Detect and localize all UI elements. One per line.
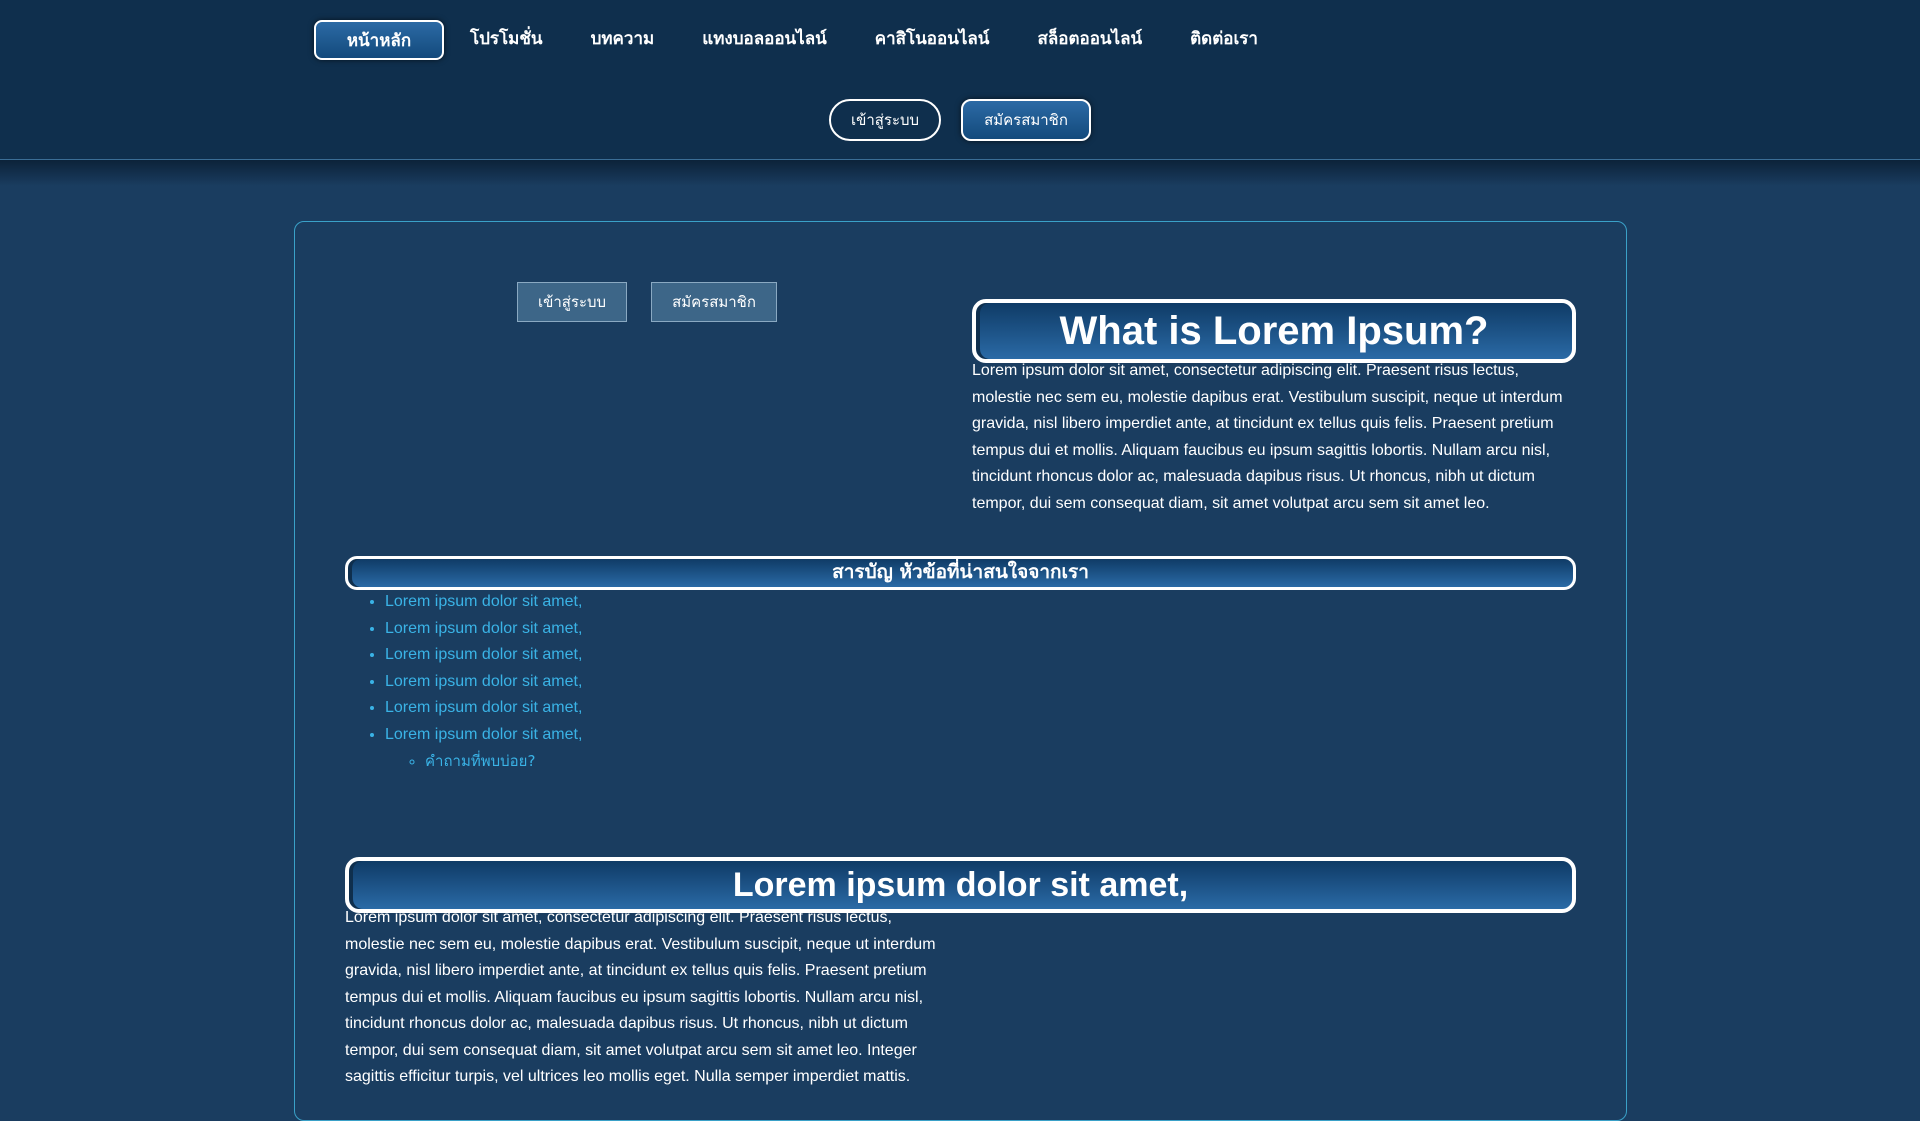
toc-item: Lorem ipsum dolor sit amet, (385, 616, 582, 643)
toc-heading: สารบัญ หัวข้อที่น่าสนใจจากเรา (345, 555, 1576, 590)
toc-link[interactable]: Lorem ipsum dolor sit amet, (385, 726, 582, 743)
toc-item: Lorem ipsum dolor sit amet, คำถามที่พบบ่… (385, 722, 582, 776)
main-nav: หน้าหลัก โปรโมชั่น บทความ แทงบอลออนไลน์ … (314, 20, 1282, 60)
toc-link[interactable]: Lorem ipsum dolor sit amet, (385, 673, 582, 690)
header-login-button[interactable]: เข้าสู่ระบบ (829, 99, 941, 141)
toc-list: Lorem ipsum dolor sit amet, Lorem ipsum … (345, 589, 582, 776)
nav-item-contact[interactable]: ติดต่อเรา (1166, 20, 1282, 60)
intro-paragraph: Lorem ipsum dolor sit amet, consectetur … (972, 362, 1563, 512)
nav-item-promotions[interactable]: โปรโมชั่น (446, 20, 567, 60)
header-shadow (0, 160, 1920, 186)
toc-item: Lorem ipsum dolor sit amet, (385, 642, 582, 669)
toc-item: Lorem ipsum dolor sit amet, (385, 589, 582, 616)
nav-item-home[interactable]: หน้าหลัก (314, 20, 444, 60)
content-register-button[interactable]: สมัครสมาชิก (651, 282, 777, 322)
toc-subitem: คำถามที่พบบ่อย? (425, 748, 582, 776)
toc-sublist: คำถามที่พบบ่อย? (385, 748, 582, 776)
toc-faq-link[interactable]: คำถามที่พบบ่อย? (425, 752, 535, 770)
header-auth-buttons: เข้าสู่ระบบ สมัครสมาชิก (829, 99, 1091, 141)
nav-item-online-slots[interactable]: สล็อตออนไลน์ (1013, 20, 1166, 60)
section-paragraph: Lorem ipsum dolor sit amet, consectetur … (345, 909, 936, 1085)
content-panel: เข้าสู่ระบบ สมัครสมาชิก What is Lorem Ip… (294, 221, 1627, 1121)
nav-item-football-betting[interactable]: แทงบอลออนไลน์ (678, 20, 851, 60)
content-login-button[interactable]: เข้าสู่ระบบ (517, 282, 627, 322)
nav-item-online-casino[interactable]: คาสิโนออนไลน์ (851, 20, 1014, 60)
nav-item-articles[interactable]: บทความ (567, 20, 679, 60)
site-header: หน้าหลัก โปรโมชั่น บทความ แทงบอลออนไลน์ … (0, 0, 1920, 160)
toc-item: Lorem ipsum dolor sit amet, (385, 695, 582, 722)
main-heading: What is Lorem Ipsum? (972, 298, 1576, 363)
toc-link[interactable]: Lorem ipsum dolor sit amet, (385, 620, 582, 637)
toc-item: Lorem ipsum dolor sit amet, (385, 669, 582, 696)
toc-link[interactable]: Lorem ipsum dolor sit amet, (385, 646, 582, 663)
toc-link[interactable]: Lorem ipsum dolor sit amet, (385, 593, 582, 610)
content-auth-buttons: เข้าสู่ระบบ สมัครสมาชิก (517, 282, 777, 322)
toc-link[interactable]: Lorem ipsum dolor sit amet, (385, 699, 582, 716)
header-register-button[interactable]: สมัครสมาชิก (961, 99, 1091, 141)
